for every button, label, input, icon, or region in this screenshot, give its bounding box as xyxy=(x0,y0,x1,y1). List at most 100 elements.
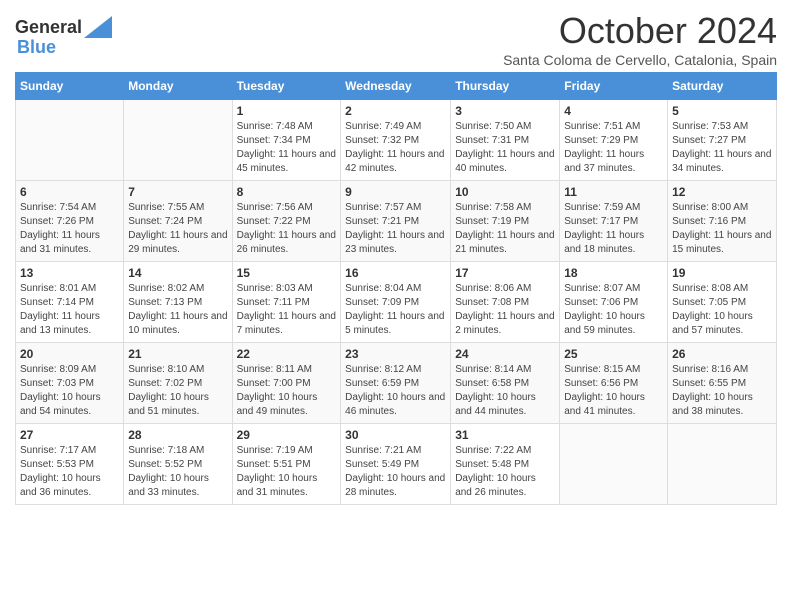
calendar-cell xyxy=(668,424,777,505)
day-number: 15 xyxy=(237,266,337,280)
day-number: 4 xyxy=(564,104,663,118)
day-number: 30 xyxy=(345,428,446,442)
calendar-cell: 27 Sunrise: 7:17 AM Sunset: 5:53 PM Dayli… xyxy=(16,424,124,505)
calendar-cell: 28 Sunrise: 7:18 AM Sunset: 5:52 PM Dayli… xyxy=(124,424,232,505)
day-number: 18 xyxy=(564,266,663,280)
calendar-cell xyxy=(560,424,668,505)
calendar-cell: 3Sunrise: 7:50 AM Sunset: 7:31 PM Daylig… xyxy=(451,100,560,181)
day-info: Sunrise: 7:55 AM Sunset: 7:24 PM Dayligh… xyxy=(128,201,227,257)
day-info: Sunrise: 7:51 AM Sunset: 7:29 PM Dayligh… xyxy=(564,120,663,176)
day-info: Sunrise: 8:16 AM Sunset: 6:55 PM Dayligh… xyxy=(672,363,772,419)
day-info: Sunrise: 7:48 AM Sunset: 7:34 PM Dayligh… xyxy=(237,120,337,176)
calendar-week-row: 13 Sunrise: 8:01 AM Sunset: 7:14 PM Dayli… xyxy=(16,262,777,343)
logo: General Blue xyxy=(15,18,112,58)
day-number: 12 xyxy=(672,185,772,199)
calendar-header-row: SundayMondayTuesdayWednesdayThursdayFrid… xyxy=(16,73,777,100)
day-info: Sunrise: 8:07 AM Sunset: 7:06 PM Dayligh… xyxy=(564,282,663,338)
page-header: General Blue October 2024 Santa Coloma d… xyxy=(15,10,777,68)
day-number: 24 xyxy=(455,347,555,361)
calendar-cell: 26 Sunrise: 8:16 AM Sunset: 6:55 PM Dayli… xyxy=(668,343,777,424)
calendar-table: SundayMondayTuesdayWednesdayThursdayFrid… xyxy=(15,72,777,505)
day-number: 26 xyxy=(672,347,772,361)
calendar-cell: 12 Sunrise: 8:00 AM Sunset: 7:16 PM Dayli… xyxy=(668,181,777,262)
calendar-cell: 15 Sunrise: 8:03 AM Sunset: 7:11 PM Dayli… xyxy=(232,262,341,343)
subtitle: Santa Coloma de Cervello, Catalonia, Spa… xyxy=(503,52,777,68)
title-block: October 2024 Santa Coloma de Cervello, C… xyxy=(503,10,777,68)
day-number: 28 xyxy=(128,428,227,442)
calendar-cell xyxy=(16,100,124,181)
calendar-week-row: 1 Sunrise: 7:48 AM Sunset: 7:34 PM Daylig… xyxy=(16,100,777,181)
calendar-cell: 8Sunrise: 7:56 AM Sunset: 7:22 PM Daylig… xyxy=(232,181,341,262)
logo-icon xyxy=(84,16,112,38)
calendar-cell: 29 Sunrise: 7:19 AM Sunset: 5:51 PM Dayli… xyxy=(232,424,341,505)
calendar-cell: 16 Sunrise: 8:04 AM Sunset: 7:09 PM Dayli… xyxy=(341,262,451,343)
calendar-cell: 17 Sunrise: 8:06 AM Sunset: 7:08 PM Dayli… xyxy=(451,262,560,343)
day-info: Sunrise: 8:08 AM Sunset: 7:05 PM Dayligh… xyxy=(672,282,772,338)
day-info: Sunrise: 7:49 AM Sunset: 7:32 PM Dayligh… xyxy=(345,120,446,176)
day-number: 9 xyxy=(345,185,446,199)
day-number: 21 xyxy=(128,347,227,361)
day-number: 16 xyxy=(345,266,446,280)
day-info: Sunrise: 8:06 AM Sunset: 7:08 PM Dayligh… xyxy=(455,282,555,338)
day-info: Sunrise: 7:59 AM Sunset: 7:17 PM Dayligh… xyxy=(564,201,663,257)
calendar-cell: 24 Sunrise: 8:14 AM Sunset: 6:58 PM Dayli… xyxy=(451,343,560,424)
day-info: Sunrise: 8:04 AM Sunset: 7:09 PM Dayligh… xyxy=(345,282,446,338)
day-number: 5 xyxy=(672,104,772,118)
calendar-cell: 5Sunrise: 7:53 AM Sunset: 7:27 PM Daylig… xyxy=(668,100,777,181)
calendar-cell: 4 Sunrise: 7:51 AM Sunset: 7:29 PM Daylig… xyxy=(560,100,668,181)
day-number: 11 xyxy=(564,185,663,199)
day-number: 20 xyxy=(20,347,119,361)
day-number: 6 xyxy=(20,185,119,199)
calendar-cell: 6 Sunrise: 7:54 AM Sunset: 7:26 PM Daylig… xyxy=(16,181,124,262)
calendar-cell: 22 Sunrise: 8:11 AM Sunset: 7:00 PM Dayli… xyxy=(232,343,341,424)
day-header-saturday: Saturday xyxy=(668,73,777,100)
month-title: October 2024 xyxy=(503,10,777,52)
day-info: Sunrise: 7:17 AM Sunset: 5:53 PM Dayligh… xyxy=(20,444,119,500)
day-number: 13 xyxy=(20,266,119,280)
day-info: Sunrise: 7:19 AM Sunset: 5:51 PM Dayligh… xyxy=(237,444,337,500)
day-info: Sunrise: 8:12 AM Sunset: 6:59 PM Dayligh… xyxy=(345,363,446,419)
logo-text: General xyxy=(15,18,82,38)
day-info: Sunrise: 8:01 AM Sunset: 7:14 PM Dayligh… xyxy=(20,282,119,338)
calendar-cell: 10 Sunrise: 7:58 AM Sunset: 7:19 PM Dayli… xyxy=(451,181,560,262)
day-info: Sunrise: 7:18 AM Sunset: 5:52 PM Dayligh… xyxy=(128,444,227,500)
day-header-tuesday: Tuesday xyxy=(232,73,341,100)
day-info: Sunrise: 7:22 AM Sunset: 5:48 PM Dayligh… xyxy=(455,444,555,500)
day-number: 22 xyxy=(237,347,337,361)
day-number: 23 xyxy=(345,347,446,361)
day-info: Sunrise: 8:15 AM Sunset: 6:56 PM Dayligh… xyxy=(564,363,663,419)
day-number: 14 xyxy=(128,266,227,280)
day-info: Sunrise: 7:21 AM Sunset: 5:49 PM Dayligh… xyxy=(345,444,446,500)
day-info: Sunrise: 8:03 AM Sunset: 7:11 PM Dayligh… xyxy=(237,282,337,338)
day-number: 27 xyxy=(20,428,119,442)
calendar-cell: 14 Sunrise: 8:02 AM Sunset: 7:13 PM Dayli… xyxy=(124,262,232,343)
calendar-cell: 1 Sunrise: 7:48 AM Sunset: 7:34 PM Daylig… xyxy=(232,100,341,181)
day-info: Sunrise: 8:02 AM Sunset: 7:13 PM Dayligh… xyxy=(128,282,227,338)
day-number: 1 xyxy=(237,104,337,118)
day-info: Sunrise: 8:09 AM Sunset: 7:03 PM Dayligh… xyxy=(20,363,119,419)
calendar-cell: 25 Sunrise: 8:15 AM Sunset: 6:56 PM Dayli… xyxy=(560,343,668,424)
day-number: 17 xyxy=(455,266,555,280)
day-number: 7 xyxy=(128,185,227,199)
day-info: Sunrise: 7:50 AM Sunset: 7:31 PM Dayligh… xyxy=(455,120,555,176)
calendar-cell: 2Sunrise: 7:49 AM Sunset: 7:32 PM Daylig… xyxy=(341,100,451,181)
calendar-week-row: 20 Sunrise: 8:09 AM Sunset: 7:03 PM Dayli… xyxy=(16,343,777,424)
day-info: Sunrise: 7:54 AM Sunset: 7:26 PM Dayligh… xyxy=(20,201,119,257)
day-number: 25 xyxy=(564,347,663,361)
day-header-friday: Friday xyxy=(560,73,668,100)
calendar-cell: 13 Sunrise: 8:01 AM Sunset: 7:14 PM Dayli… xyxy=(16,262,124,343)
day-info: Sunrise: 7:57 AM Sunset: 7:21 PM Dayligh… xyxy=(345,201,446,257)
logo-text-blue: Blue xyxy=(17,38,56,58)
day-number: 19 xyxy=(672,266,772,280)
day-info: Sunrise: 8:10 AM Sunset: 7:02 PM Dayligh… xyxy=(128,363,227,419)
day-header-sunday: Sunday xyxy=(16,73,124,100)
day-info: Sunrise: 8:11 AM Sunset: 7:00 PM Dayligh… xyxy=(237,363,337,419)
calendar-week-row: 6 Sunrise: 7:54 AM Sunset: 7:26 PM Daylig… xyxy=(16,181,777,262)
calendar-cell: 9 Sunrise: 7:57 AM Sunset: 7:21 PM Daylig… xyxy=(341,181,451,262)
calendar-cell: 11 Sunrise: 7:59 AM Sunset: 7:17 PM Dayli… xyxy=(560,181,668,262)
day-info: Sunrise: 7:58 AM Sunset: 7:19 PM Dayligh… xyxy=(455,201,555,257)
day-info: Sunrise: 8:14 AM Sunset: 6:58 PM Dayligh… xyxy=(455,363,555,419)
day-info: Sunrise: 8:00 AM Sunset: 7:16 PM Dayligh… xyxy=(672,201,772,257)
day-number: 10 xyxy=(455,185,555,199)
day-number: 29 xyxy=(237,428,337,442)
